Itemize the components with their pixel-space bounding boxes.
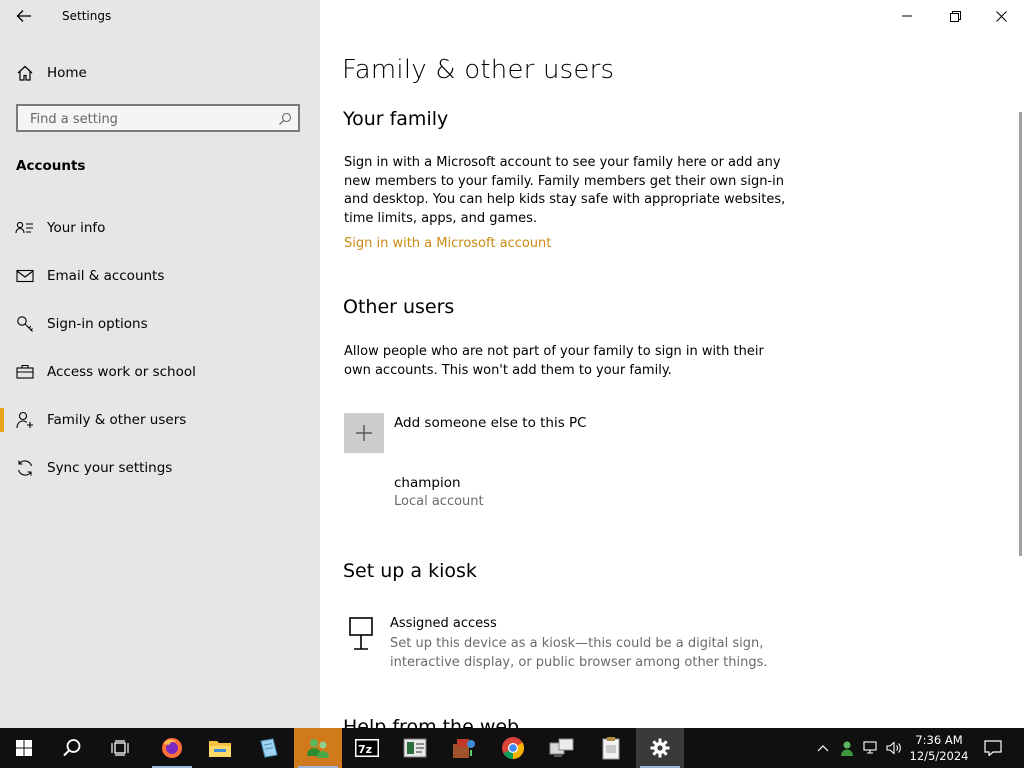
taskbar-app-firefox[interactable] <box>148 728 196 768</box>
tray-people-button[interactable] <box>836 728 858 768</box>
taskbar-search-button[interactable] <box>48 728 96 768</box>
tray-volume-button[interactable] <box>883 728 905 768</box>
settings-gear-icon <box>650 738 670 758</box>
briefcase-icon <box>15 362 35 382</box>
other-users-description: Allow people who are not part of your fa… <box>344 344 764 378</box>
taskbar: 7z 7:36 AM 12/5/2024 <box>0 728 1024 768</box>
minimize-button[interactable] <box>884 0 930 32</box>
firefox-icon <box>162 738 182 758</box>
search-icon[interactable] <box>278 111 292 125</box>
contact-card-icon <box>15 218 35 238</box>
taskbar-app-network-tool[interactable] <box>538 728 586 768</box>
file-explorer-icon <box>209 741 231 757</box>
start-icon <box>16 740 32 756</box>
chevron-up-icon <box>817 745 829 752</box>
volume-icon <box>886 741 901 755</box>
users-app-icon <box>307 739 329 758</box>
home-nav-item[interactable]: Home <box>0 57 320 89</box>
action-center-icon <box>984 740 1002 756</box>
kiosk-heading: Set up a kiosk <box>343 560 477 582</box>
scrollbar[interactable] <box>1019 112 1022 556</box>
taskbar-app-notepad[interactable] <box>244 728 292 768</box>
page-title: Family & other users <box>342 55 615 85</box>
taskbar-app-settings[interactable] <box>636 728 684 768</box>
network-tool-icon <box>549 738 574 757</box>
notepad-icon <box>260 738 278 758</box>
home-icon <box>16 64 34 82</box>
sidebar-item-label: Access work or school <box>47 364 196 380</box>
user-name[interactable]: champion <box>394 475 461 491</box>
sidebar-nav: Your info Email & accounts Sign-in optio… <box>0 204 320 492</box>
sidebar-item-label: Your info <box>47 220 106 236</box>
add-user-label[interactable]: Add someone else to this PC <box>394 415 587 431</box>
sidebar-item-your-info[interactable]: Your info <box>0 204 320 252</box>
section-label-accounts: Accounts <box>16 158 86 174</box>
sidebar-item-label: Email & accounts <box>47 268 165 284</box>
back-arrow-icon <box>16 10 31 22</box>
action-center-button[interactable] <box>976 728 1010 768</box>
sign-in-microsoft-link[interactable]: Sign in with a Microsoft account <box>344 236 551 251</box>
taskbar-app-archive[interactable] <box>440 728 488 768</box>
person-add-icon <box>15 410 35 430</box>
show-hidden-icons-button[interactable] <box>812 728 834 768</box>
clipboard-icon <box>602 737 620 760</box>
back-button[interactable] <box>12 6 36 26</box>
taskbar-app-clipboard[interactable] <box>587 728 635 768</box>
main-content: Family & other users Your family Sign in… <box>320 0 1024 728</box>
sidebar-item-label: Sync your settings <box>47 460 173 476</box>
taskbar-app-media[interactable] <box>391 728 439 768</box>
sidebar-item-sign-in-options[interactable]: Sign-in options <box>0 300 320 348</box>
app-title: Settings <box>62 9 112 23</box>
7zip-icon: 7z <box>355 739 379 757</box>
assigned-access-title[interactable]: Assigned access <box>390 616 497 631</box>
people-icon <box>841 741 853 756</box>
clock-date: 12/5/2024 <box>909 749 969 763</box>
sidebar-item-label: Sign-in options <box>47 316 148 332</box>
key-icon <box>15 314 35 334</box>
tray-network-button[interactable] <box>860 728 882 768</box>
taskbar-app-chrome[interactable] <box>489 728 537 768</box>
task-view-button[interactable] <box>96 728 144 768</box>
your-family-description: Sign in with a Microsoft account to see … <box>344 155 786 226</box>
plus-icon <box>356 425 372 441</box>
close-icon <box>995 10 1007 22</box>
search-icon <box>63 739 81 757</box>
help-from-web-heading: Help from the web <box>343 716 520 728</box>
add-user-button[interactable] <box>344 413 384 453</box>
sync-icon <box>15 458 35 478</box>
taskbar-app-7zip[interactable]: 7z <box>343 728 391 768</box>
svg-text:7z: 7z <box>358 743 372 756</box>
sidebar-item-family-other-users[interactable]: Family & other users <box>0 396 320 444</box>
minimize-icon <box>902 15 912 17</box>
sidebar-item-label: Family & other users <box>47 412 187 428</box>
close-button[interactable] <box>978 0 1024 32</box>
network-icon <box>863 741 877 754</box>
restore-button[interactable] <box>932 0 978 32</box>
media-player-icon <box>403 738 427 758</box>
search-input[interactable] <box>28 106 272 132</box>
taskbar-clock[interactable]: 7:36 AM 12/5/2024 <box>908 732 970 764</box>
home-label: Home <box>47 65 87 81</box>
taskbar-app-users[interactable] <box>294 728 342 768</box>
start-button[interactable] <box>0 728 48 768</box>
chrome-icon <box>502 737 524 759</box>
sidebar: Settings Home Accounts <box>0 0 320 728</box>
your-family-heading: Your family <box>343 108 449 130</box>
search-box[interactable] <box>16 104 300 132</box>
sidebar-item-access-work[interactable]: Access work or school <box>0 348 320 396</box>
taskbar-app-file-explorer[interactable] <box>196 728 244 768</box>
clock-time: 7:36 AM <box>915 733 963 747</box>
kiosk-icon <box>348 617 376 651</box>
restore-icon <box>949 10 961 22</box>
sidebar-item-sync-settings[interactable]: Sync your settings <box>0 444 320 492</box>
user-account-type: Local account <box>394 494 484 509</box>
task-view-icon <box>111 740 129 756</box>
sidebar-item-email-accounts[interactable]: Email & accounts <box>0 252 320 300</box>
mail-icon <box>15 266 35 286</box>
assigned-access-description: Set up this device as a kiosk—this could… <box>390 636 768 670</box>
other-users-heading: Other users <box>343 296 455 318</box>
archive-tool-icon <box>453 739 475 758</box>
